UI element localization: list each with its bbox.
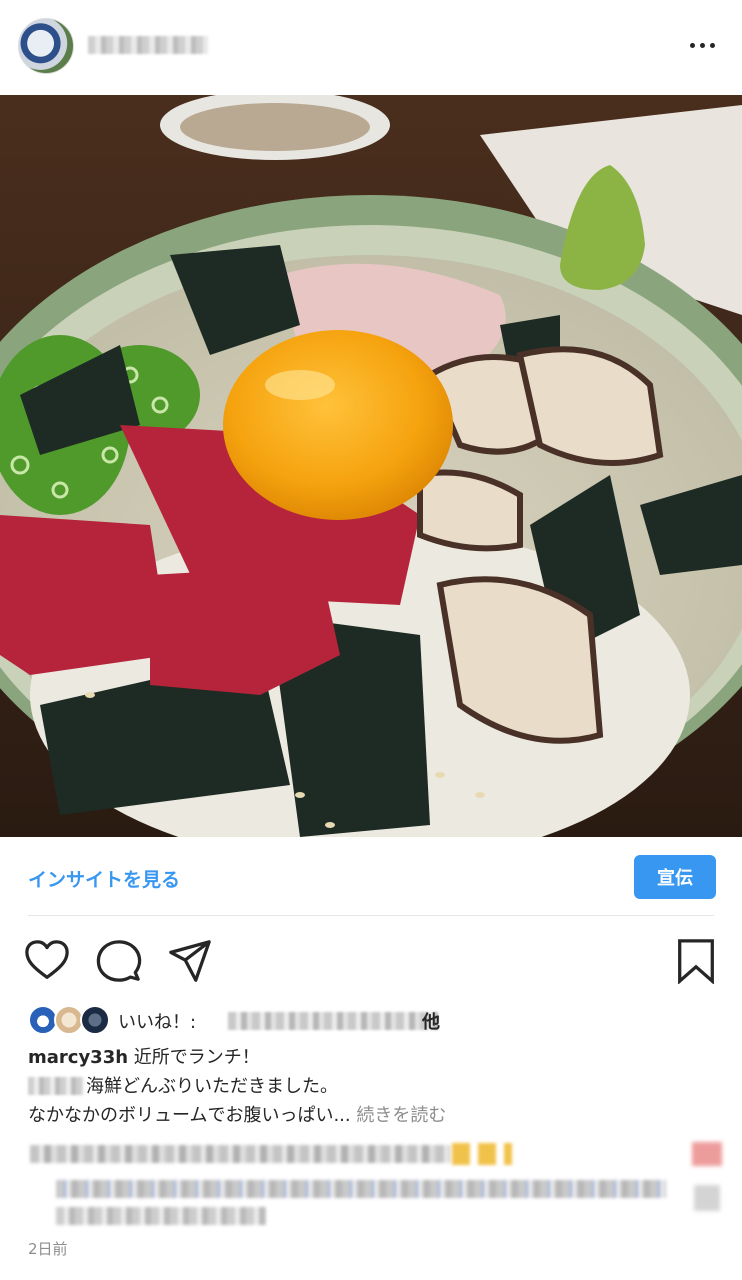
- post-header: [0, 0, 742, 95]
- read-more-link[interactable]: 続きを読む: [356, 1105, 446, 1126]
- comment-emoji-redacted: [452, 1143, 512, 1165]
- paper-plane-icon[interactable]: [167, 938, 213, 984]
- profile-avatar[interactable]: [18, 18, 74, 74]
- divider: [28, 915, 714, 916]
- caption-redacted: [28, 1077, 84, 1095]
- comment-redacted: [30, 1145, 450, 1163]
- comment-bubble-icon[interactable]: [96, 938, 142, 984]
- likes-others-label[interactable]: 他: [422, 1008, 440, 1034]
- caption-line: 海鮮どんぶりいただきました。: [28, 1072, 718, 1102]
- reply-like-icon[interactable]: [694, 1185, 720, 1211]
- likes-prefix: いいね！:: [118, 1012, 197, 1033]
- caption-line: marcy33h 近所でランチ！: [28, 1043, 718, 1073]
- comment-like-icon[interactable]: [692, 1142, 722, 1166]
- view-insights-link[interactable]: インサイトを見る: [28, 865, 180, 892]
- heart-outline-icon[interactable]: [24, 938, 70, 984]
- likes-row[interactable]: いいね！: 他: [28, 1003, 718, 1037]
- liker-avatar: [80, 1005, 110, 1035]
- caption-text: 海鮮どんぶりいただきました。: [86, 1076, 338, 1097]
- bookmark-outline-icon[interactable]: [674, 938, 718, 985]
- reply-redacted: [56, 1180, 666, 1198]
- more-options-icon[interactable]: [688, 38, 718, 54]
- post-timestamp: 2日前: [28, 1240, 68, 1258]
- likers-redacted: [228, 1012, 438, 1030]
- caption-username[interactable]: marcy33h: [28, 1047, 128, 1068]
- caption-text: なかなかのボリュームでお腹いっぱい...: [28, 1105, 351, 1126]
- caption-line: なかなかのボリュームでお腹いっぱい... 続きを読む: [28, 1101, 718, 1131]
- caption-text: 近所でランチ！: [133, 1047, 260, 1068]
- insight-row: インサイトを見る 宣伝: [0, 837, 742, 917]
- seafood-bowl-image: [0, 95, 742, 837]
- reply-redacted: [56, 1207, 266, 1225]
- username-redacted[interactable]: [88, 36, 208, 54]
- post-photo[interactable]: [0, 95, 742, 837]
- promote-button[interactable]: 宣伝: [634, 855, 716, 899]
